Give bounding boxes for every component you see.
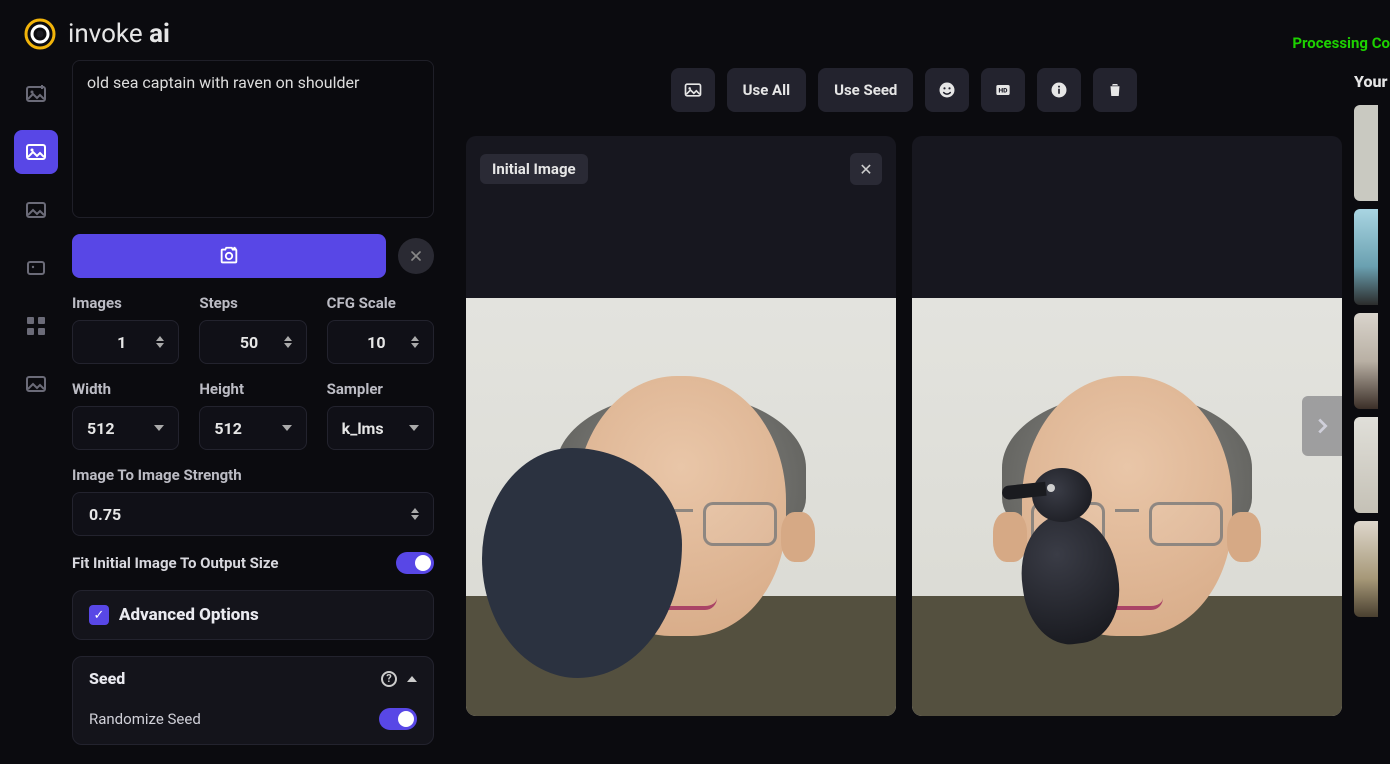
i2i-strength-label: Image To Image Strength [72, 466, 434, 484]
show-image-button[interactable] [671, 68, 715, 112]
steps-input[interactable]: 50 [199, 320, 306, 364]
initial-image-panel: Initial Image ✕ [466, 136, 896, 716]
face-restore-button[interactable] [925, 68, 969, 112]
result-image-surface[interactable] [912, 298, 1342, 716]
delete-button[interactable] [1093, 68, 1137, 112]
images-step-down[interactable] [156, 343, 164, 348]
cfg-label: CFG Scale [327, 294, 434, 312]
initial-image-surface[interactable] [466, 298, 896, 716]
seed-section: Seed ? Randomize Seed [72, 656, 434, 745]
steps-step-down[interactable] [284, 343, 292, 348]
sampler-select[interactable]: k_lms [327, 406, 434, 450]
height-select[interactable]: 512 [199, 406, 306, 450]
chevron-down-icon [409, 425, 419, 431]
svg-text:HD: HD [999, 87, 1009, 95]
app-header: invoke ai Processing Co [0, 0, 1390, 60]
gallery-thumb[interactable] [1354, 105, 1378, 201]
result-toolbar: Use All Use Seed HD [466, 68, 1342, 112]
mode-sidebar [0, 60, 72, 762]
sampler-label: Sampler [327, 380, 434, 398]
use-all-button[interactable]: Use All [727, 68, 806, 112]
info-button[interactable] [1037, 68, 1081, 112]
logo-text: invoke ai [68, 19, 170, 49]
advanced-options-toggle[interactable]: ✓ Advanced Options [72, 590, 434, 640]
i2i-strength-input[interactable]: 0.75 [72, 492, 434, 536]
seed-title: Seed [89, 669, 125, 688]
nav-img2img[interactable] [14, 130, 58, 174]
processing-status: Processing Co [1292, 34, 1390, 52]
gallery-thumb[interactable] [1354, 417, 1378, 513]
nav-inpaint[interactable] [14, 188, 58, 232]
width-label: Width [72, 380, 179, 398]
cfg-input[interactable]: 10 [327, 320, 434, 364]
upscale-button[interactable]: HD [981, 68, 1025, 112]
randomize-seed-label: Randomize Seed [89, 710, 201, 728]
gallery-thumb[interactable] [1354, 521, 1378, 617]
nav-post[interactable] [14, 362, 58, 406]
images-step-up[interactable] [156, 336, 164, 341]
i2i-step-down[interactable] [411, 515, 419, 520]
logo: invoke ai [24, 18, 170, 50]
result-image-panel [912, 136, 1342, 716]
chevron-up-icon[interactable] [407, 676, 417, 682]
gallery-title: Your [1354, 72, 1390, 91]
randomize-seed-toggle[interactable] [379, 708, 417, 730]
steps-step-up[interactable] [284, 336, 292, 341]
seed-header[interactable]: Seed ? [73, 657, 433, 700]
generate-button[interactable] [72, 234, 386, 278]
gallery-thumb[interactable] [1354, 209, 1378, 305]
nav-outpaint[interactable] [14, 246, 58, 290]
width-select[interactable]: 512 [72, 406, 179, 450]
height-label: Height [199, 380, 306, 398]
controls-panel: Images 1 Steps 50 CFG Scale 10 [72, 60, 442, 762]
cfg-step-up[interactable] [411, 336, 419, 341]
cfg-step-down[interactable] [411, 343, 419, 348]
next-image-button[interactable] [1302, 396, 1342, 456]
cancel-button[interactable] [398, 238, 434, 274]
initial-image-chip: Initial Image [480, 154, 588, 184]
check-icon: ✓ [89, 605, 109, 625]
chevron-down-icon [282, 425, 292, 431]
prompt-input[interactable] [72, 60, 434, 218]
nav-nodes[interactable] [14, 304, 58, 348]
fit-toggle[interactable] [396, 552, 434, 574]
logo-icon [24, 18, 56, 50]
steps-label: Steps [199, 294, 306, 312]
clear-initial-image[interactable]: ✕ [850, 153, 882, 185]
raven-illustration [992, 454, 1132, 644]
use-seed-button[interactable]: Use Seed [818, 68, 913, 112]
nav-txt2img[interactable] [14, 72, 58, 116]
gallery-thumb[interactable] [1354, 313, 1378, 409]
help-icon[interactable]: ? [381, 671, 397, 687]
gallery-panel: Your [1342, 60, 1390, 762]
images-input[interactable]: 1 [72, 320, 179, 364]
i2i-step-up[interactable] [411, 508, 419, 513]
main-area: Use All Use Seed HD Initial Image ✕ [442, 60, 1342, 762]
chevron-down-icon [154, 425, 164, 431]
advanced-label: Advanced Options [119, 605, 259, 625]
fit-label: Fit Initial Image To Output Size [72, 554, 278, 572]
images-label: Images [72, 294, 179, 312]
